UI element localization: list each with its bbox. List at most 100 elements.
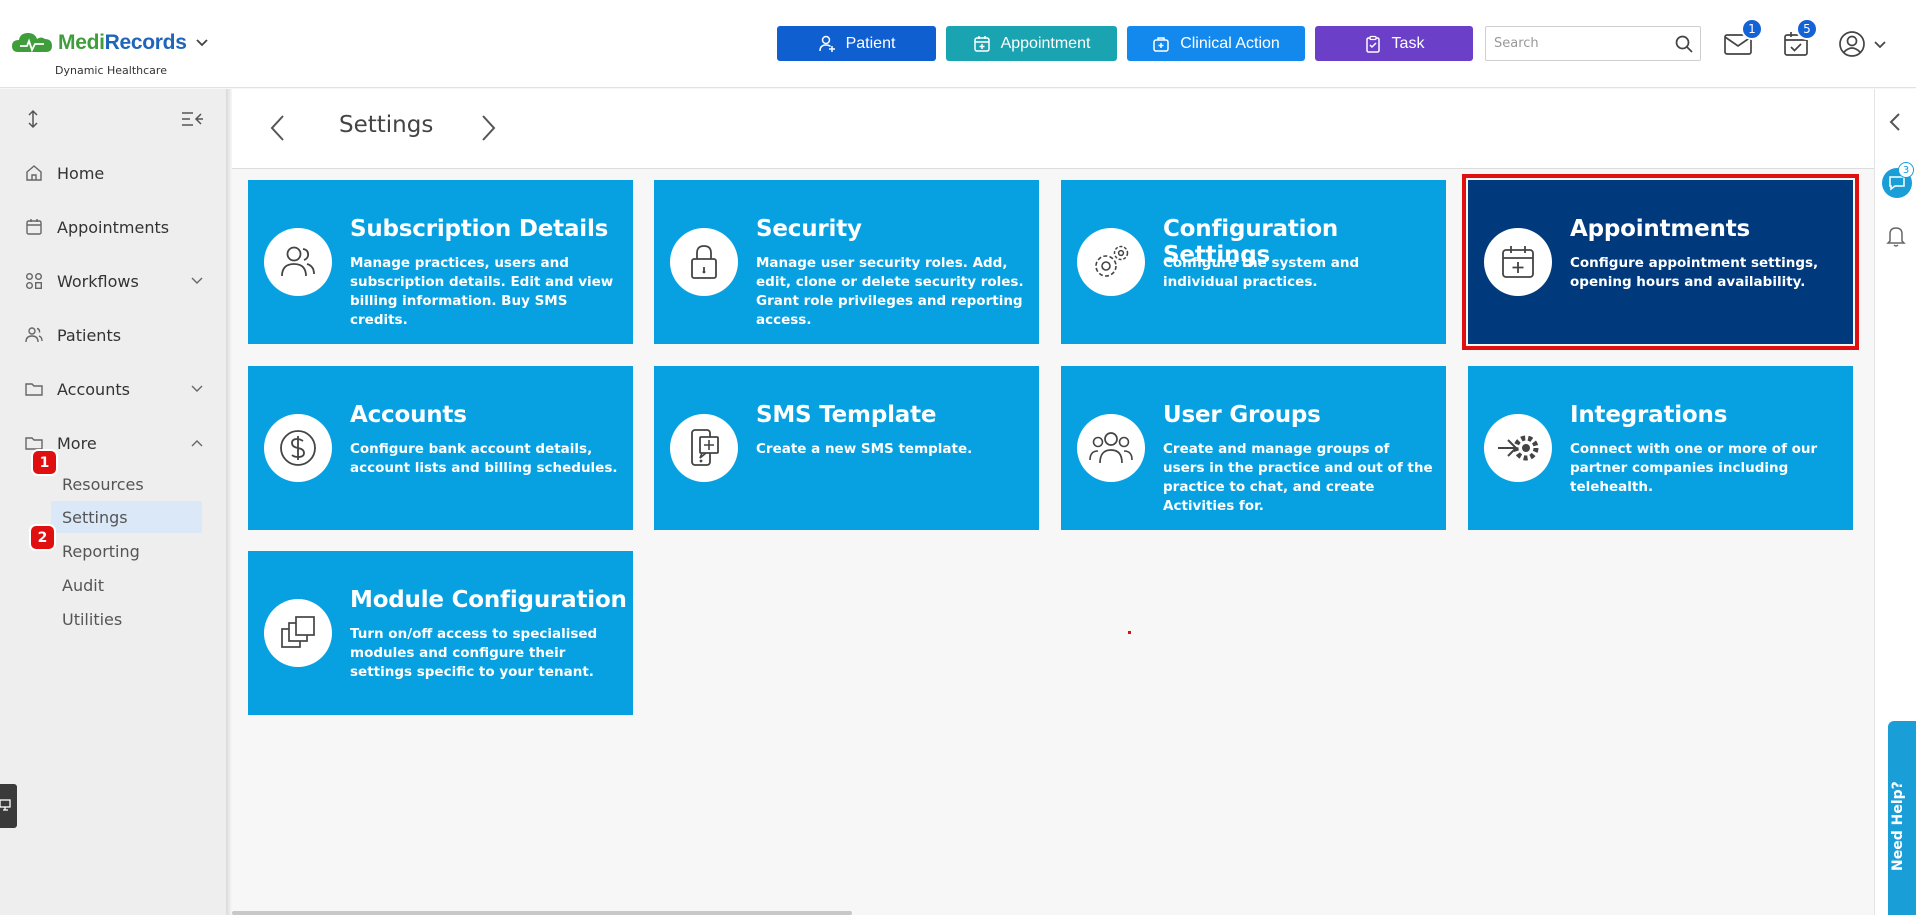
horizontal-scrollbar[interactable] bbox=[232, 911, 852, 915]
medical-bag-icon bbox=[1153, 36, 1169, 52]
clinical-action-button[interactable]: Clinical Action bbox=[1127, 26, 1305, 61]
sidebar-item-workflows[interactable]: Workflows bbox=[24, 271, 204, 291]
logo-subtitle: Dynamic Healthcare bbox=[55, 64, 167, 77]
phone-template-icon bbox=[670, 414, 738, 482]
chevron-left-icon[interactable] bbox=[269, 114, 287, 142]
mail-badge: 1 bbox=[1741, 18, 1763, 40]
chevron-down-icon[interactable] bbox=[1873, 38, 1887, 52]
sidebar-item-label: Home bbox=[57, 163, 105, 183]
search-icon[interactable] bbox=[1674, 34, 1694, 54]
app-logo[interactable]: MediRecords bbox=[10, 28, 209, 58]
chevron-down-icon[interactable] bbox=[195, 36, 209, 50]
card-title: Accounts bbox=[350, 402, 467, 428]
side-tab-handle[interactable] bbox=[0, 784, 17, 828]
card-description: Manage user security roles. Add, edit, c… bbox=[756, 255, 1024, 328]
sidebar-item-label: Patients bbox=[57, 325, 122, 345]
calendar-plus-icon bbox=[973, 35, 990, 52]
need-help-label: Need Help? bbox=[1890, 781, 1906, 871]
sidebar-item-label: Appointments bbox=[57, 217, 170, 237]
chevron-left-icon[interactable] bbox=[1889, 112, 1901, 132]
logo-medi: Medi bbox=[58, 31, 105, 54]
settings-card-integrations[interactable]: Integrations Connect with one or more of… bbox=[1468, 366, 1853, 530]
settings-card-subscription-details[interactable]: Subscription Details Manage practices, u… bbox=[248, 180, 633, 344]
home-icon bbox=[24, 163, 44, 183]
users-icon bbox=[24, 325, 44, 345]
chevron-right-icon[interactable] bbox=[479, 114, 497, 142]
dollar-icon bbox=[264, 414, 332, 482]
sidebar-item-appointments[interactable]: Appointments bbox=[24, 217, 204, 237]
card-description: Create a new SMS template. bbox=[756, 441, 973, 457]
sidebar-subitem-reporting[interactable]: Reporting bbox=[51, 535, 202, 567]
user-avatar-icon[interactable] bbox=[1838, 30, 1866, 58]
sidebar-subitem-audit[interactable]: Audit bbox=[51, 569, 202, 601]
task-button[interactable]: Task bbox=[1315, 26, 1473, 61]
card-title: SMS Template bbox=[756, 402, 937, 428]
search-box bbox=[1485, 26, 1701, 61]
card-title: Module Configuration bbox=[350, 587, 627, 613]
patient-button[interactable]: Patient bbox=[777, 26, 936, 61]
sidebar-item-patients[interactable]: Patients bbox=[24, 325, 204, 345]
tasks-badge: 5 bbox=[1796, 18, 1818, 40]
card-description: Configure appointment settings, opening … bbox=[1570, 255, 1819, 290]
clipboard-icon bbox=[1365, 35, 1380, 53]
sidebar-shadow bbox=[226, 89, 232, 915]
sidebar-subitem-resources[interactable]: Resources bbox=[51, 468, 202, 500]
cursor-marker bbox=[1128, 631, 1131, 634]
logo-records: Records bbox=[104, 31, 187, 54]
modules-icon bbox=[264, 599, 332, 667]
chevron-up-icon[interactable] bbox=[190, 436, 204, 450]
collapse-sidebar-icon[interactable] bbox=[181, 111, 203, 127]
integration-icon bbox=[1484, 414, 1552, 482]
add-user-icon bbox=[818, 35, 835, 52]
appointment-button[interactable]: Appointment bbox=[946, 26, 1117, 61]
card-title: Integrations bbox=[1570, 402, 1728, 428]
patient-button-label: Patient bbox=[845, 34, 896, 52]
gears-icon bbox=[1077, 228, 1145, 296]
need-help-tab[interactable]: Need Help? bbox=[1888, 721, 1916, 915]
card-description: Manage practices, users and subscription… bbox=[350, 255, 614, 328]
card-title: Security bbox=[756, 216, 862, 242]
expand-vertical-icon[interactable] bbox=[25, 109, 41, 129]
card-description: Create and manage groups of users in the… bbox=[1163, 441, 1433, 514]
settings-card-sms-template[interactable]: SMS Template Create a new SMS template. bbox=[654, 366, 1039, 530]
sidebar-item-home[interactable]: Home bbox=[24, 163, 204, 183]
folder-icon bbox=[24, 379, 44, 399]
sidebar-item-label: Accounts bbox=[57, 379, 130, 399]
card-description: Configure the system and individual prac… bbox=[1163, 255, 1360, 290]
card-description: Configure bank account details, account … bbox=[350, 441, 618, 476]
cloud-logo-icon bbox=[12, 33, 52, 53]
settings-card-user-groups[interactable]: User Groups Create and manage groups of … bbox=[1061, 366, 1446, 530]
calendar-icon bbox=[24, 217, 44, 237]
sidebar-item-label: Workflows bbox=[57, 271, 139, 291]
settings-card-module-configuration[interactable]: Module Configuration Turn on/off access … bbox=[248, 551, 633, 715]
search-input[interactable] bbox=[1486, 27, 1666, 60]
sidebar-item-more[interactable]: More bbox=[24, 433, 204, 453]
calendar-plus-icon bbox=[1484, 228, 1552, 296]
settings-card-configuration-settings[interactable]: Configuration Settings Configure the sys… bbox=[1061, 180, 1446, 344]
card-title: Subscription Details bbox=[350, 216, 609, 242]
step-marker-2: 2 bbox=[31, 526, 54, 549]
card-description: Turn on/off access to specialised module… bbox=[350, 626, 598, 680]
sidebar-subitem-utilities[interactable]: Utilities bbox=[51, 603, 202, 635]
settings-card-security[interactable]: Security Manage user security roles. Add… bbox=[654, 180, 1039, 344]
page-title: Settings bbox=[339, 112, 434, 138]
settings-card-appointments[interactable]: Appointments Configure appointment setti… bbox=[1462, 174, 1859, 350]
sidebar-item-label: More bbox=[57, 433, 97, 453]
bell-icon[interactable] bbox=[1886, 225, 1906, 247]
chevron-down-icon[interactable] bbox=[190, 382, 204, 396]
card-title: User Groups bbox=[1163, 402, 1321, 428]
task-button-label: Task bbox=[1391, 34, 1425, 52]
settings-card-accounts[interactable]: Accounts Configure bank account details,… bbox=[248, 366, 633, 530]
clinical-action-button-label: Clinical Action bbox=[1180, 34, 1280, 52]
step-marker-1: 1 bbox=[33, 451, 56, 474]
sidebar-subitem-settings[interactable]: Settings bbox=[51, 501, 202, 533]
chat-badge: 3 bbox=[1898, 162, 1914, 178]
user-group-icon bbox=[1077, 414, 1145, 482]
sidebar-item-accounts[interactable]: Accounts bbox=[24, 379, 204, 399]
appointment-button-label: Appointment bbox=[1000, 34, 1091, 52]
users-icon bbox=[264, 228, 332, 296]
lock-icon bbox=[670, 228, 738, 296]
top-header: MediRecords Dynamic Healthcare Patient A… bbox=[0, 0, 1916, 88]
monitor-icon bbox=[0, 799, 11, 811]
chevron-down-icon[interactable] bbox=[190, 274, 204, 288]
